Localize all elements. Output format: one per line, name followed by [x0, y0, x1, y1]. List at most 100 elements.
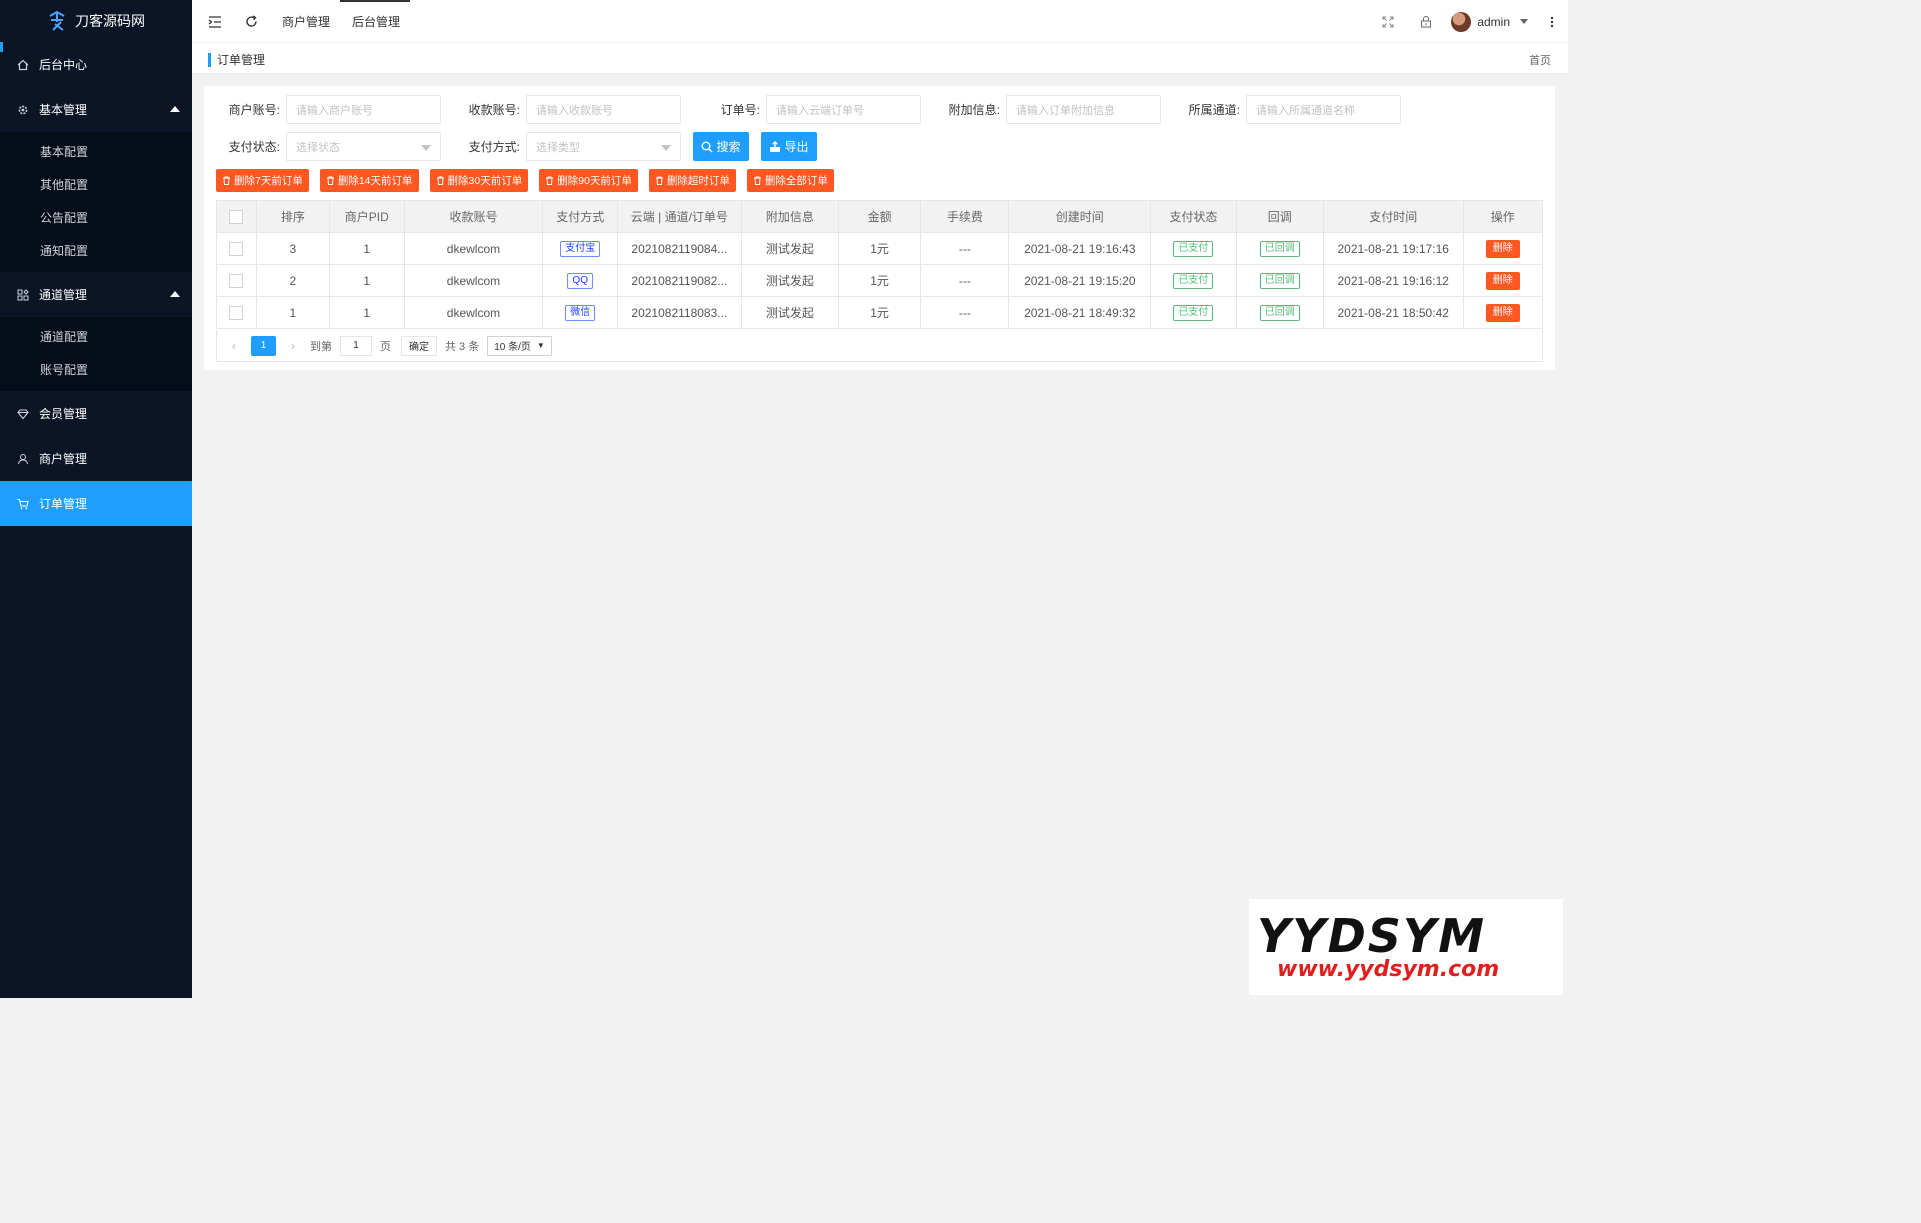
column-header[interactable]: 云端 | 通道/订单号	[617, 200, 742, 233]
sidebar-item-basic[interactable]: 基本管理	[0, 87, 192, 132]
account-input[interactable]: 请输入收款账号	[526, 95, 681, 124]
method-tag: 支付宝	[560, 241, 601, 257]
callback-badge: 已回调	[1259, 241, 1300, 257]
row-select-cell[interactable]	[216, 264, 257, 297]
goto-confirm-button[interactable]: 确定	[401, 335, 437, 356]
cart-icon	[16, 497, 30, 511]
sidebar-item-orders[interactable]: 订单管理	[0, 481, 192, 526]
delete-30-days-button[interactable]: 删除30天前订单	[429, 169, 529, 192]
menu-toggle-button[interactable]	[208, 0, 222, 43]
row-checkbox[interactable]	[229, 273, 244, 288]
sidebar-item-label: 通道管理	[39, 288, 88, 302]
column-header[interactable]: 操作	[1462, 200, 1544, 233]
column-header[interactable]: 手续费	[920, 200, 1010, 233]
callback-badge: 已回调	[1259, 305, 1300, 321]
page-size-value: 10 条/页	[494, 342, 531, 353]
watermark-brand: YYDSYM	[1257, 909, 1487, 963]
delete-row-button[interactable]: 删除	[1485, 271, 1520, 290]
sidebar-item-merchants[interactable]: 商户管理	[0, 436, 192, 481]
page-size-select[interactable]: 10 条/页 ▼	[487, 335, 552, 356]
submenu-item-notify-config[interactable]: 通知配置	[0, 235, 192, 268]
logo[interactable]: 刀客源码网	[0, 0, 192, 42]
table-row[interactable]: 1 1 dkewlcom 微信 2021082118083... 测试发起 1元…	[216, 296, 1544, 329]
lock-screen-button[interactable]	[1420, 0, 1432, 43]
submenu-item-channel-config[interactable]: 通道配置	[0, 321, 192, 354]
column-header[interactable]: 支付状态	[1150, 200, 1237, 233]
refresh-button[interactable]	[245, 0, 258, 43]
export-button[interactable]: 导出	[761, 132, 817, 161]
delete-row-button[interactable]: 删除	[1485, 303, 1520, 322]
column-header[interactable]: 回调	[1235, 200, 1324, 233]
goto-page-input[interactable]: 1	[340, 335, 372, 356]
merchant-input[interactable]: 请输入商户账号	[286, 95, 441, 124]
delete-14-days-button[interactable]: 删除14天前订单	[319, 169, 419, 192]
breadcrumb-current[interactable]: 订单管理	[217, 51, 265, 68]
column-header[interactable]: 支付方式	[542, 200, 619, 233]
breadcrumb-bar: 订单管理 首页	[192, 43, 1568, 74]
trash-icon	[546, 176, 554, 185]
search-button[interactable]: 搜索	[693, 132, 749, 161]
method-cell: QQ	[542, 264, 619, 297]
fullscreen-button[interactable]	[1382, 0, 1394, 43]
select-all-cell[interactable]	[216, 200, 257, 233]
next-page-icon[interactable]: ›	[288, 339, 298, 353]
column-header[interactable]: 商户PID	[328, 200, 405, 233]
row-checkbox[interactable]	[229, 305, 244, 320]
trash-icon	[753, 176, 761, 185]
action-cell: 删除	[1462, 264, 1544, 297]
column-header[interactable]: 支付时间	[1322, 200, 1464, 233]
submenu-item-basic-config[interactable]: 基本配置	[0, 136, 192, 169]
chevron-up-icon	[170, 291, 180, 297]
home-link[interactable]: 首页	[1529, 52, 1551, 68]
select-all-checkbox[interactable]	[229, 209, 244, 224]
row-checkbox[interactable]	[229, 241, 244, 256]
method-tag: 微信	[565, 305, 596, 321]
delete-7-days-button[interactable]: 删除7天前订单	[216, 169, 309, 192]
sort-cell: 2	[255, 264, 330, 297]
order-input[interactable]: 请输入云端订单号	[766, 95, 921, 124]
prev-page-icon[interactable]: ‹	[229, 339, 239, 353]
delete-all-button[interactable]: 删除全部订单	[746, 169, 834, 192]
column-header[interactable]: 金额	[837, 200, 922, 233]
user-menu[interactable]: admin	[1451, 0, 1528, 43]
pid-cell: 1	[328, 264, 405, 297]
user-name: admin	[1477, 14, 1510, 29]
delete-90-days-button[interactable]: 删除90天前订单	[539, 169, 638, 192]
action-cell: 删除	[1462, 232, 1544, 265]
method-select[interactable]: 选择类型	[526, 132, 681, 161]
current-page[interactable]: 1	[251, 335, 276, 356]
breadcrumb-marker	[208, 52, 211, 67]
delete-row-button[interactable]: 删除	[1485, 239, 1520, 258]
submenu-item-notice-config[interactable]: 公告配置	[0, 202, 192, 235]
account-label: 收款账号:	[468, 103, 520, 117]
more-button[interactable]	[1550, 0, 1554, 43]
column-header[interactable]: 附加信息	[740, 200, 840, 233]
action-cell: 删除	[1462, 296, 1544, 329]
watermark: YYDSYM www.yydsym.com	[1249, 899, 1563, 995]
sidebar-item-channel[interactable]: 通道管理	[0, 272, 192, 317]
column-header[interactable]: 创建时间	[1008, 200, 1152, 233]
merchant-label: 商户账号:	[228, 103, 280, 117]
submenu-item-other-config[interactable]: 其他配置	[0, 169, 192, 202]
channel-label: 所属通道:	[1188, 103, 1240, 117]
delete-timeout-button[interactable]: 删除超时订单	[648, 169, 736, 192]
sidebar-item-dashboard[interactable]: 后台中心	[0, 42, 192, 87]
status-badge: 已支付	[1173, 305, 1214, 321]
row-select-cell[interactable]	[216, 232, 257, 265]
column-header[interactable]: 收款账号	[403, 200, 544, 233]
column-header[interactable]: 排序	[255, 200, 330, 233]
callback-badge: 已回调	[1259, 273, 1300, 289]
channel-input[interactable]: 请输入所属通道名称	[1246, 95, 1401, 124]
extra-input[interactable]: 请输入订单附加信息	[1006, 95, 1161, 124]
paid-cell: 2021-08-21 18:50:42	[1322, 296, 1464, 329]
tab-merchant[interactable]: 商户管理	[282, 0, 330, 43]
sidebar-item-label: 订单管理	[39, 497, 88, 511]
paid-cell: 2021-08-21 19:17:16	[1322, 232, 1464, 265]
sidebar-item-members[interactable]: 会员管理	[0, 391, 192, 436]
submenu-item-account-config[interactable]: 账号配置	[0, 354, 192, 387]
table-row[interactable]: 2 1 dkewlcom QQ 2021082119082... 测试发起 1元…	[216, 264, 1544, 297]
table-row[interactable]: 3 1 dkewlcom 支付宝 2021082119084... 测试发起 1…	[216, 232, 1544, 265]
tab-admin[interactable]: 后台管理	[352, 0, 400, 43]
status-select[interactable]: 选择状态	[286, 132, 441, 161]
row-select-cell[interactable]	[216, 296, 257, 329]
